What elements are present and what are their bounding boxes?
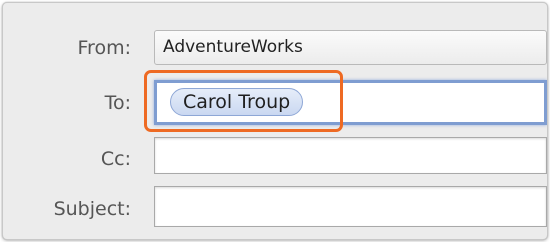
- cc-label: Cc:: [100, 148, 131, 170]
- subject-field[interactable]: [154, 186, 547, 227]
- from-account-value: AdventureWorks: [163, 37, 303, 57]
- cc-field[interactable]: [154, 137, 547, 174]
- from-label: From:: [77, 37, 131, 59]
- compose-header-panel: From: AdventureWorks To: Carol Troup Cc:…: [2, 2, 548, 240]
- from-account-selector[interactable]: AdventureWorks: [154, 30, 547, 65]
- recipient-token[interactable]: Carol Troup: [170, 88, 304, 116]
- to-field[interactable]: Carol Troup: [154, 80, 547, 125]
- to-label: To:: [104, 92, 131, 114]
- subject-label: Subject:: [53, 198, 131, 220]
